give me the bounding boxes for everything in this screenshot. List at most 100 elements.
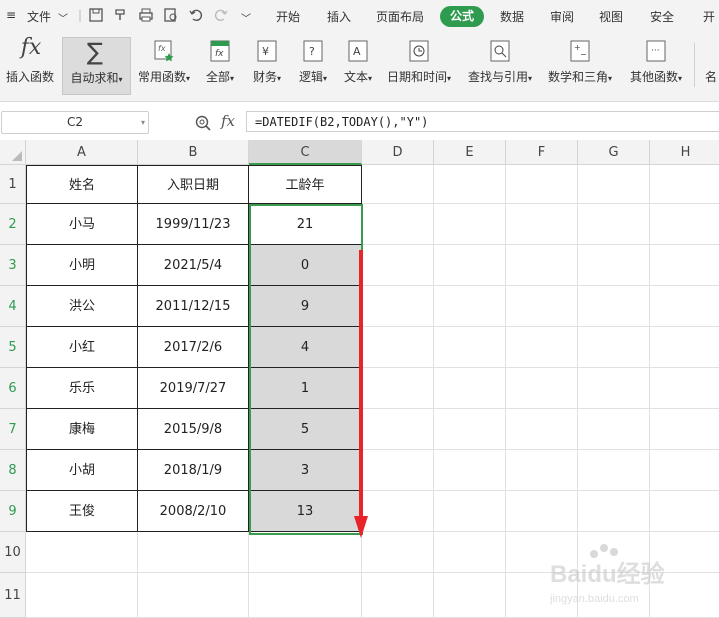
cell-a8[interactable]: 小胡: [26, 450, 138, 491]
math-trig-button[interactable]: + − 数学和三角▾: [544, 33, 616, 97]
column-header-f[interactable]: F: [506, 140, 578, 165]
cell-h1[interactable]: [650, 165, 719, 204]
cell-g7[interactable]: [578, 409, 650, 450]
name-manager-button[interactable]: 名: [701, 33, 719, 97]
formula-input[interactable]: =DATEDIF(B2,TODAY(),"Y"): [246, 111, 719, 132]
cell-e3[interactable]: [434, 245, 506, 286]
cell-f3[interactable]: [506, 245, 578, 286]
cell-c1[interactable]: 工龄年: [249, 165, 362, 204]
cell-b11[interactable]: [138, 573, 249, 618]
tab-home[interactable]: 开始: [276, 8, 300, 25]
lookup-reference-button[interactable]: 查找与引用▾: [464, 33, 536, 97]
column-header-h[interactable]: H: [650, 140, 719, 165]
cell-a10[interactable]: [26, 532, 138, 573]
row-header-3[interactable]: 3: [0, 245, 26, 286]
cell-e4[interactable]: [434, 286, 506, 327]
common-functions-button[interactable]: fx 常用函数▾: [136, 33, 192, 97]
row-header-7[interactable]: 7: [0, 409, 26, 450]
cell-h6[interactable]: [650, 368, 719, 409]
tab-page-layout[interactable]: 页面布局: [376, 8, 424, 25]
cell-a6[interactable]: 乐乐: [26, 368, 138, 409]
print-icon[interactable]: [138, 7, 154, 23]
menu-icon[interactable]: ≡: [6, 8, 16, 22]
tab-review[interactable]: 审阅: [550, 8, 574, 25]
tab-data[interactable]: 数据: [500, 8, 524, 25]
row-header-9[interactable]: 9: [0, 491, 26, 532]
cell-b4[interactable]: 2011/12/15: [138, 286, 249, 327]
column-header-b[interactable]: B: [138, 140, 249, 165]
more-functions-button[interactable]: ··· 其他函数▾: [625, 33, 687, 97]
cell-f4[interactable]: [506, 286, 578, 327]
chevron-down-icon[interactable]: ﹀: [58, 10, 68, 25]
cell-d2[interactable]: [362, 204, 434, 245]
cell-g2[interactable]: [578, 204, 650, 245]
cell-g8[interactable]: [578, 450, 650, 491]
cell-a7[interactable]: 康梅: [26, 409, 138, 450]
cell-h3[interactable]: [650, 245, 719, 286]
cell-f9[interactable]: [506, 491, 578, 532]
row-header-5[interactable]: 5: [0, 327, 26, 368]
save-icon[interactable]: [88, 7, 104, 23]
cell-g9[interactable]: [578, 491, 650, 532]
name-box[interactable]: C2 ▾: [1, 111, 149, 134]
cell-a2[interactable]: 小马: [26, 204, 138, 245]
cell-b2[interactable]: 1999/11/23: [138, 204, 249, 245]
file-menu[interactable]: 文件: [27, 8, 51, 25]
text-functions-button[interactable]: A 文本▾: [338, 33, 378, 97]
cell-f8[interactable]: [506, 450, 578, 491]
cell-b6[interactable]: 2019/7/27: [138, 368, 249, 409]
cell-g4[interactable]: [578, 286, 650, 327]
cell-e1[interactable]: [434, 165, 506, 204]
column-header-c[interactable]: C: [249, 140, 362, 165]
cell-h5[interactable]: [650, 327, 719, 368]
cell-c11[interactable]: [249, 573, 362, 618]
row-header-6[interactable]: 6: [0, 368, 26, 409]
cell-h8[interactable]: [650, 450, 719, 491]
select-all-corner[interactable]: [0, 140, 26, 165]
cell-b5[interactable]: 2017/2/6: [138, 327, 249, 368]
format-painter-icon[interactable]: [113, 7, 129, 23]
cell-b7[interactable]: 2015/9/8: [138, 409, 249, 450]
cell-b8[interactable]: 2018/1/9: [138, 450, 249, 491]
cell-e11[interactable]: [434, 573, 506, 618]
cell-f2[interactable]: [506, 204, 578, 245]
cell-d1[interactable]: [362, 165, 434, 204]
tab-security[interactable]: 安全: [650, 8, 674, 25]
cell-b9[interactable]: 2008/2/10: [138, 491, 249, 532]
cell-c2[interactable]: 21: [249, 204, 362, 245]
row-header-8[interactable]: 8: [0, 450, 26, 491]
redo-icon[interactable]: [213, 7, 229, 23]
tab-formulas[interactable]: 公式: [440, 6, 484, 27]
cell-h4[interactable]: [650, 286, 719, 327]
cell-b1[interactable]: 入职日期: [138, 165, 249, 204]
column-header-g[interactable]: G: [578, 140, 650, 165]
row-header-4[interactable]: 4: [0, 286, 26, 327]
autosum-button[interactable]: ∑ 自动求和▾: [62, 37, 131, 95]
tab-truncated[interactable]: 开: [703, 8, 715, 25]
cell-b3[interactable]: 2021/5/4: [138, 245, 249, 286]
cell-f6[interactable]: [506, 368, 578, 409]
tab-insert[interactable]: 插入: [327, 8, 351, 25]
cell-e2[interactable]: [434, 204, 506, 245]
cell-e5[interactable]: [434, 327, 506, 368]
date-time-button[interactable]: 日期和时间▾: [383, 33, 455, 97]
cell-e9[interactable]: [434, 491, 506, 532]
cell-e6[interactable]: [434, 368, 506, 409]
name-box-dropdown-icon[interactable]: ▾: [141, 112, 145, 133]
cell-a11[interactable]: [26, 573, 138, 618]
cell-h2[interactable]: [650, 204, 719, 245]
cell-a5[interactable]: 小红: [26, 327, 138, 368]
cell-e7[interactable]: [434, 409, 506, 450]
cell-g3[interactable]: [578, 245, 650, 286]
cell-h7[interactable]: [650, 409, 719, 450]
undo-icon[interactable]: [188, 7, 204, 23]
cell-g1[interactable]: [578, 165, 650, 204]
cell-f1[interactable]: [506, 165, 578, 204]
fx-button[interactable]: fx: [221, 112, 235, 130]
row-header-10[interactable]: 10: [0, 532, 26, 573]
financial-button[interactable]: ¥ 财务▾: [247, 33, 287, 97]
cell-a3[interactable]: 小明: [26, 245, 138, 286]
row-header-11[interactable]: 11: [0, 573, 26, 618]
tab-view[interactable]: 视图: [599, 8, 623, 25]
zoom-icon[interactable]: [194, 114, 212, 132]
